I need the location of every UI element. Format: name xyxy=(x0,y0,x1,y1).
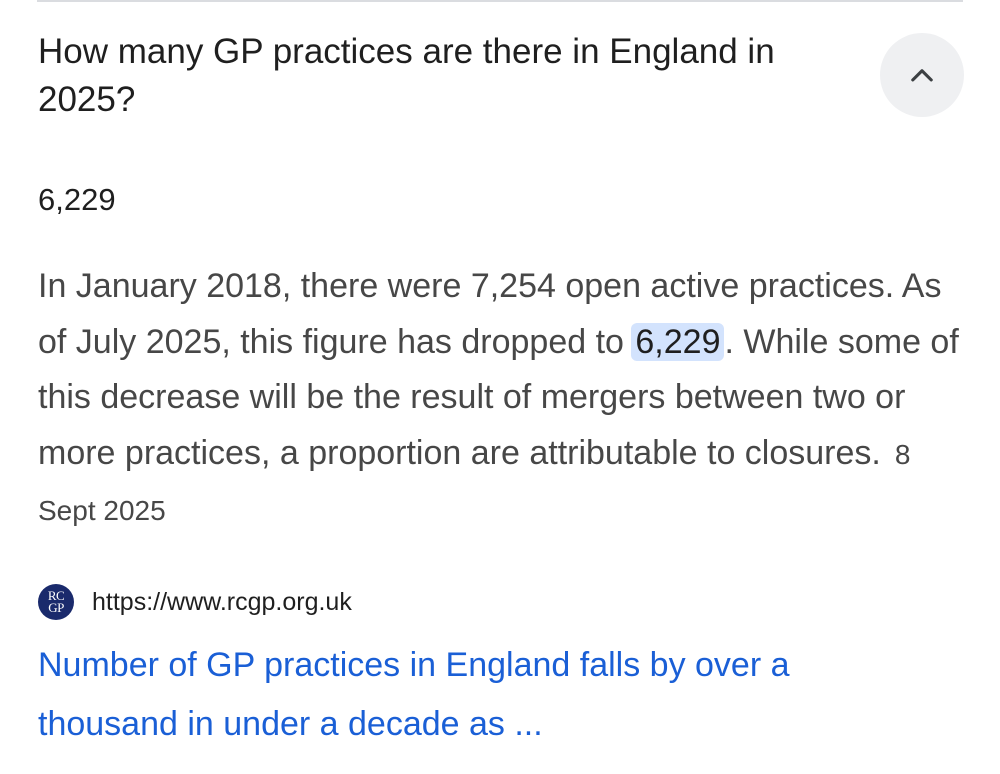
result-title-link[interactable]: Number of GP practices in England falls … xyxy=(38,636,918,754)
source-url[interactable]: https://www.rcgp.org.uk xyxy=(92,588,352,617)
answer-highlight: 6,229 xyxy=(631,322,725,361)
answer-value: 6,229 xyxy=(38,182,116,217)
top-divider xyxy=(37,0,963,2)
logo-text-line2: GP xyxy=(48,600,64,615)
source-row[interactable]: RC GP https://www.rcgp.org.uk xyxy=(38,584,352,620)
collapse-button[interactable] xyxy=(880,33,964,117)
answer-snippet: In January 2018, there were 7,254 open a… xyxy=(38,259,963,539)
faq-question[interactable]: How many GP practices are there in Engla… xyxy=(38,28,858,124)
chevron-up-icon xyxy=(911,69,933,82)
rcgp-logo-icon: RC GP xyxy=(38,584,74,620)
